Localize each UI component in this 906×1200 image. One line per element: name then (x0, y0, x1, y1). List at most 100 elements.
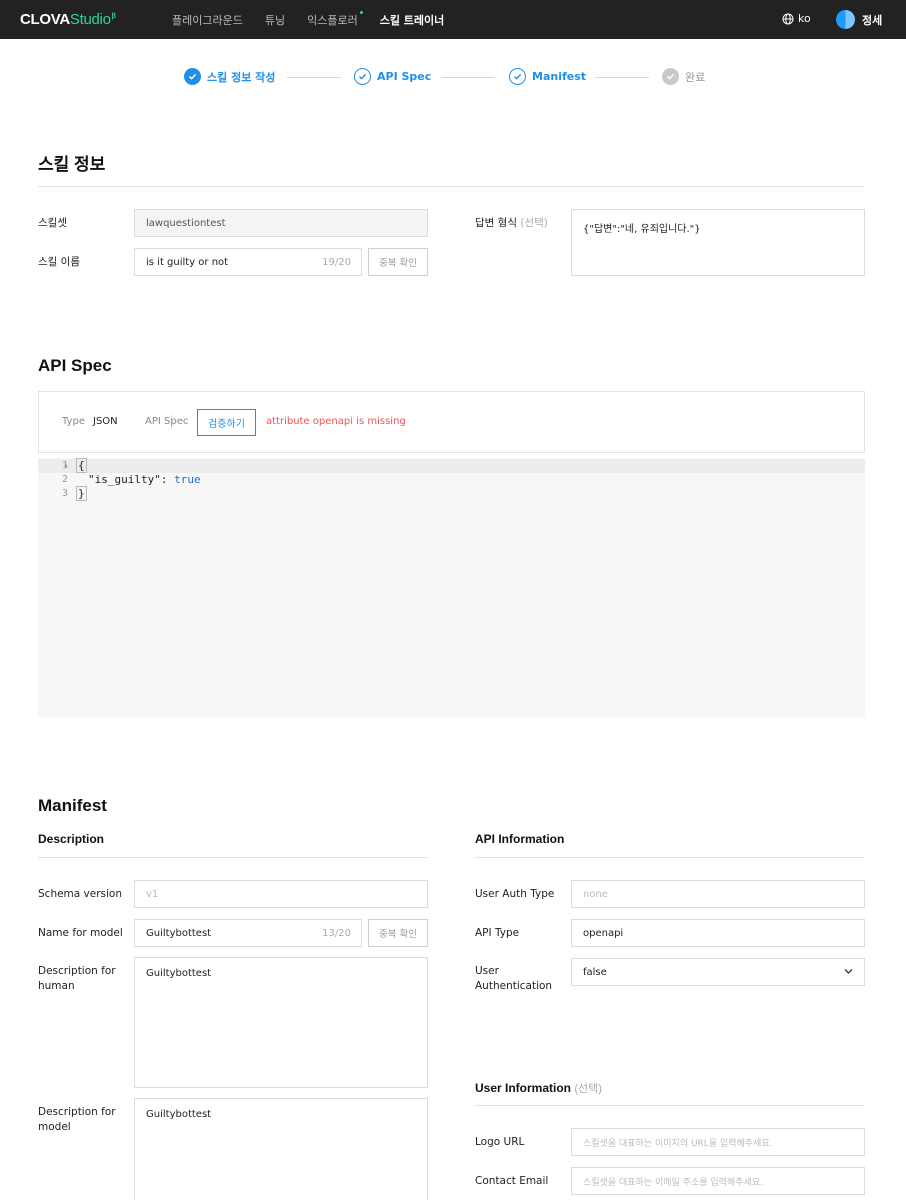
user-menu[interactable]: 정세 (836, 10, 882, 29)
user-authentication-value: false (583, 966, 607, 978)
top-navigation-bar: CLOVAStudioβ 플레이그라운드 튜닝 익스플로러 스킬 트레이너 ko… (0, 0, 906, 39)
nav-playground[interactable]: 플레이그라운드 (172, 12, 243, 28)
skillset-value: lawquestiontest (146, 217, 226, 229)
schema-version-input[interactable]: v1 (134, 880, 428, 908)
code-colon: : (160, 473, 175, 486)
user-auth-type-label: User Auth Type (475, 888, 555, 900)
description-for-human-textarea[interactable]: Guiltybottest (134, 957, 428, 1088)
step-divider (595, 77, 649, 78)
nav-skill-trainer[interactable]: 스킬 트레이너 (380, 12, 445, 28)
validation-error-message: attribute openapi is missing (266, 416, 406, 427)
chevron-down-icon (844, 967, 853, 978)
step-label: Manifest (532, 70, 587, 83)
line-number: 3 (61, 488, 68, 499)
logo-url-label: Logo URL (475, 1136, 525, 1148)
user-auth-type-input[interactable]: none (571, 880, 865, 908)
code-key: "is_guilty" (88, 473, 161, 486)
api-type-input[interactable]: openapi (571, 919, 865, 947)
code-open-brace: { (76, 458, 87, 473)
skill-info-title: 스킬 정보 (38, 155, 106, 174)
user-auth-type-placeholder: none (583, 888, 608, 900)
description-for-model-value: Guiltybottest (146, 1109, 212, 1120)
logo-url-placeholder: 스킬셋을 대표하는 이미지의 URL을 입력해주세요. (583, 1138, 773, 1149)
description-for-human-label: Description for human (38, 965, 116, 992)
name-for-model-dup-check-button[interactable]: 중복 확인 (368, 919, 428, 947)
clova-studio-logo[interactable]: CLOVAStudioβ (20, 11, 116, 28)
step-skill-info[interactable]: 스킬 정보 작성 (184, 68, 275, 85)
description-for-human-value: Guiltybottest (146, 968, 212, 979)
step-divider (287, 77, 341, 78)
description-section-title: Description (38, 832, 105, 846)
section-divider (38, 186, 865, 187)
fold-arrow-icon[interactable]: ▾ (64, 459, 68, 473)
step-api-spec[interactable]: API Spec (354, 68, 431, 85)
check-icon (509, 68, 526, 85)
answer-format-textarea[interactable]: {"답변":"네, 유죄입니다."} (571, 209, 865, 276)
step-manifest[interactable]: Manifest (509, 68, 586, 85)
api-spec-label: API Spec (145, 416, 189, 427)
skillset-field: lawquestiontest (134, 209, 428, 237)
step-label: 스킬 정보 작성 (207, 70, 276, 84)
check-icon (662, 68, 679, 85)
step-divider (441, 77, 495, 78)
answer-format-value: {"답변":"네, 유죄입니다."} (583, 224, 701, 235)
api-type-value: openapi (583, 927, 624, 939)
name-for-model-input[interactable]: Guiltybottest 13/20 (134, 919, 362, 947)
code-editor[interactable]: 1 ▾ { 2 "is_guilty": true 3 } (38, 458, 865, 717)
user-authentication-select[interactable]: false (571, 958, 865, 986)
skill-name-input[interactable]: is it guilty or not 19/20 (134, 248, 362, 276)
avatar (836, 10, 855, 29)
progress-stepper: 스킬 정보 작성 API Spec Manifest 완료 (0, 68, 906, 88)
char-counter: 19/20 (322, 256, 351, 268)
nav-explorer[interactable]: 익스플로러 (307, 11, 363, 28)
contact-email-input[interactable]: 스킬셋을 대표하는 이메일 주소를 입력해주세요. (571, 1167, 865, 1195)
section-divider (475, 1105, 865, 1106)
nav-tuning[interactable]: 튜닝 (265, 12, 285, 28)
api-spec-toolbar: Type JSON API Spec 검증하기 attribute openap… (38, 391, 865, 453)
skill-name-dup-check-button[interactable]: 중복 확인 (368, 248, 428, 276)
logo-beta-mark: β (111, 13, 116, 20)
contact-email-label: Contact Email (475, 1175, 549, 1187)
logo-url-input[interactable]: 스킬셋을 대표하는 이미지의 URL을 입력해주세요. (571, 1128, 865, 1156)
verify-button[interactable]: 검증하기 (197, 409, 256, 436)
code-line: 2 "is_guilty": true (38, 473, 865, 487)
new-dot-indicator (359, 11, 363, 14)
check-icon (184, 68, 201, 85)
language-label: ko (798, 12, 811, 25)
code-line: 1 ▾ { (38, 458, 865, 473)
skill-name-value: is it guilty or not (146, 256, 229, 268)
description-for-model-textarea[interactable]: Guiltybottest (134, 1098, 428, 1200)
code-line: 3 } (38, 486, 865, 501)
line-number: 2 (61, 474, 68, 485)
step-label: 완료 (685, 70, 706, 84)
user-name: 정세 (862, 13, 883, 27)
code-value: true (174, 473, 201, 486)
manifest-title: Manifest (38, 796, 107, 815)
schema-version-label: Schema version (38, 888, 123, 900)
logo-text-studio: Studio (69, 11, 111, 28)
skill-name-label: 스킬 이름 (38, 256, 80, 268)
user-authentication-label: User Authentication (475, 965, 553, 992)
main-nav: 플레이그라운드 튜닝 익스플로러 스킬 트레이너 (172, 11, 445, 28)
api-information-section-title: API Information (475, 832, 565, 846)
optional-tag: (선택) (520, 217, 548, 229)
description-for-model-label: Description for model (38, 1106, 116, 1133)
globe-icon (782, 13, 794, 24)
nav-explorer-label: 익스플로러 (307, 14, 358, 27)
type-value[interactable]: JSON (93, 416, 118, 427)
char-counter: 13/20 (322, 927, 351, 939)
step-complete: 완료 (662, 68, 705, 85)
answer-format-label-text: 답변 형식 (475, 217, 517, 229)
name-for-model-label: Name for model (38, 927, 123, 939)
user-information-title-text: User Information (475, 1081, 572, 1095)
name-for-model-value: Guiltybottest (146, 927, 212, 939)
api-spec-title: API Spec (38, 356, 112, 375)
user-information-section-title: User Information (선택) (475, 1080, 602, 1096)
check-icon (354, 68, 371, 85)
skillset-label: 스킬셋 (38, 217, 67, 229)
contact-email-placeholder: 스킬셋을 대표하는 이메일 주소를 입력해주세요. (583, 1177, 763, 1188)
api-type-label: API Type (475, 927, 520, 939)
language-selector[interactable]: ko (782, 12, 811, 25)
section-divider (38, 857, 428, 858)
type-label: Type (62, 416, 85, 427)
